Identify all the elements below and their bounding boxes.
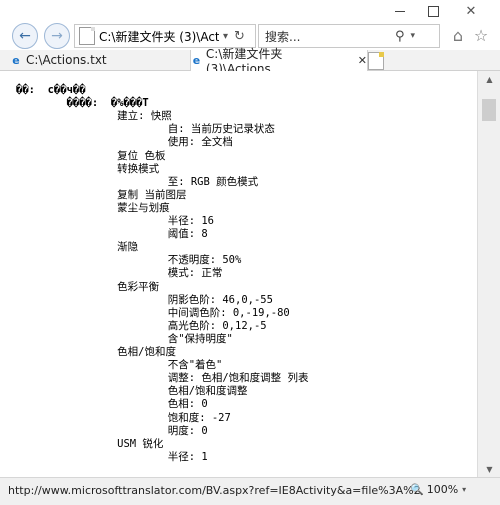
text-line: 使用: 全文档 [16,136,233,149]
text-line: 阴影色阶: 46,0,-55 [16,293,273,306]
forward-arrow-icon: → [51,28,63,44]
text-line: 模式: 正常 [16,267,223,280]
title-bar: ✕ [0,0,500,22]
refresh-icon[interactable]: ↻ [234,29,245,44]
tab-label: C:\Actions.txt [26,53,107,67]
ie-page-icon: e [12,53,20,67]
text-line: 半径: 16 [16,215,215,227]
text-line: 复制 当前图层 [16,188,187,201]
ie-page-icon: e [192,54,201,67]
minimize-icon [395,10,405,12]
text-line: 转换模式 [16,162,160,175]
text-line: 高光色阶: 0,12,-5 [16,319,267,332]
back-button[interactable]: ← [12,23,38,49]
maximize-button[interactable] [418,2,448,20]
address-dropdown-icon[interactable]: ▾ [223,31,228,42]
text-line: 阈值: 8 [16,228,208,241]
search-input[interactable]: 搜索... [265,28,395,45]
minimize-button[interactable] [385,2,415,20]
zoom-level: 100% [426,483,459,496]
text-line: 含"保持明度" [16,332,233,345]
tab-actions-txt[interactable]: e C:\Actions.txt [10,50,190,70]
back-arrow-icon: ← [19,28,31,44]
address-input[interactable]: C:\新建文件夹 (3)\Action [99,28,219,45]
text-line: 自: 当前历史记录状态 [16,123,275,136]
text-line: 半径: 1 [16,450,208,463]
tab-active-document[interactable]: e C:\新建文件夹 (3)\Actions.... ✕ [190,47,368,76]
maximize-icon [427,5,439,17]
text-line: 不含"着色" [16,359,223,372]
document-content: ��: c��ч�� ����: �%���T 建立: 快照 自: 当前历史记录… [0,71,476,477]
text-line: 调整: 色相/饱和度调整 列表 [16,372,309,385]
text-line: ��: c��ч�� [16,84,86,96]
close-window-button[interactable]: ✕ [456,2,486,20]
text-line: ����: �%���T [16,97,149,110]
text-line: 建立: 快照 [16,110,172,123]
vertical-scrollbar[interactable]: ▲ ▼ [477,71,500,477]
search-icon[interactable]: ⚲ [395,29,405,44]
text-line: USM 锐化 [16,437,164,450]
text-line: 色彩平衡 [16,280,160,293]
zoom-dropdown-icon[interactable]: ▾ [462,485,466,494]
status-bar: http://www.microsofttranslator.com/BV.as… [0,477,500,505]
close-tab-icon[interactable]: ✕ [358,54,367,67]
text-line: 中间调色阶: 0,-19,-80 [16,306,290,319]
text-line: 饱和度: -27 [16,411,231,424]
scroll-down-icon[interactable]: ▼ [478,461,500,477]
home-icon[interactable]: ⌂ [448,25,468,45]
text-line: 色相: 0 [16,398,208,411]
scroll-up-icon[interactable]: ▲ [478,71,500,87]
favorites-icon[interactable]: ☆ [471,25,491,45]
status-url: http://www.microsofttranslator.com/BV.as… [8,484,421,497]
forward-button[interactable]: → [44,23,70,49]
text-line: 色相/饱和度调整 [16,385,248,398]
scroll-thumb[interactable] [482,99,496,121]
text-line: 渐隐 [16,241,139,254]
tab-strip: e C:\Actions.txt e C:\新建文件夹 (3)\Actions.… [0,47,500,76]
text-line: 明度: 0 [16,424,208,437]
page-icon [79,27,95,45]
text-line: 不透明度: 50% [16,254,242,267]
zoom-icon: 🔍 [410,483,424,496]
text-line: 蒙尘与划痕 [16,201,170,214]
zoom-control[interactable]: 🔍 100% ▾ [410,483,466,496]
text-line: 色相/饱和度 [16,346,176,358]
text-line: 复位 色板 [16,149,166,162]
browser-window: ✕ ← → C:\新建文件夹 (3)\Action ▾ ↻ 搜索... ⚲ ▾ … [0,0,500,505]
text-line: 至: RGB 颜色模式 [16,175,259,188]
new-tab-button[interactable] [368,52,384,70]
search-dropdown-icon[interactable]: ▾ [411,31,416,41]
